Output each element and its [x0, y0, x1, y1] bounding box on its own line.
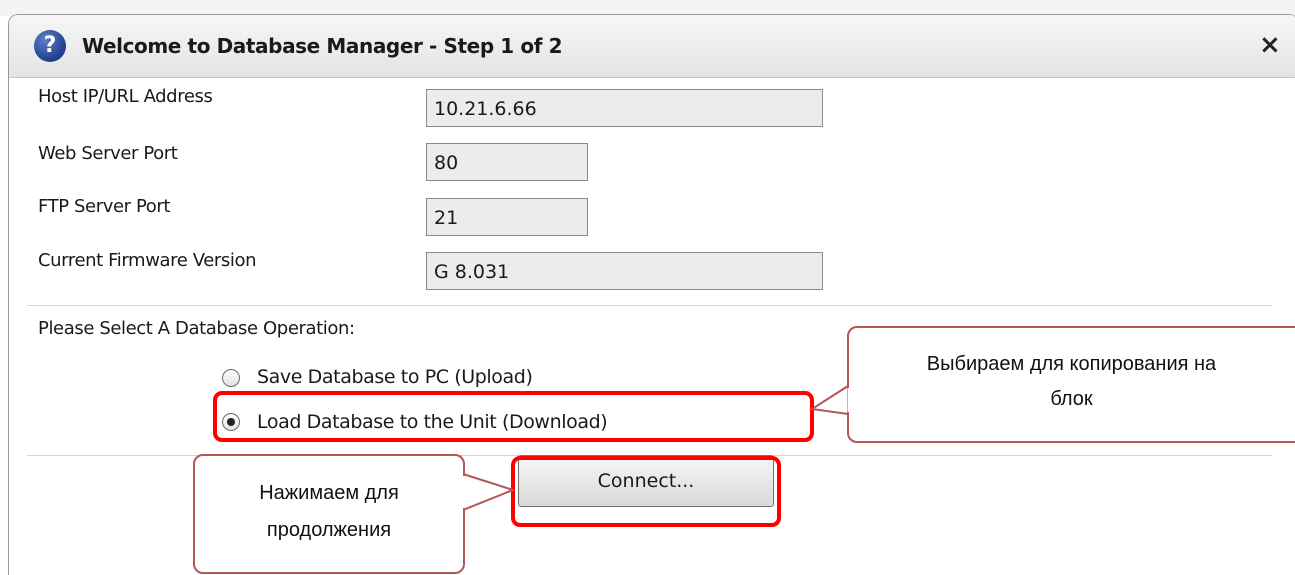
callout-pointer-joins	[462, 388, 851, 508]
